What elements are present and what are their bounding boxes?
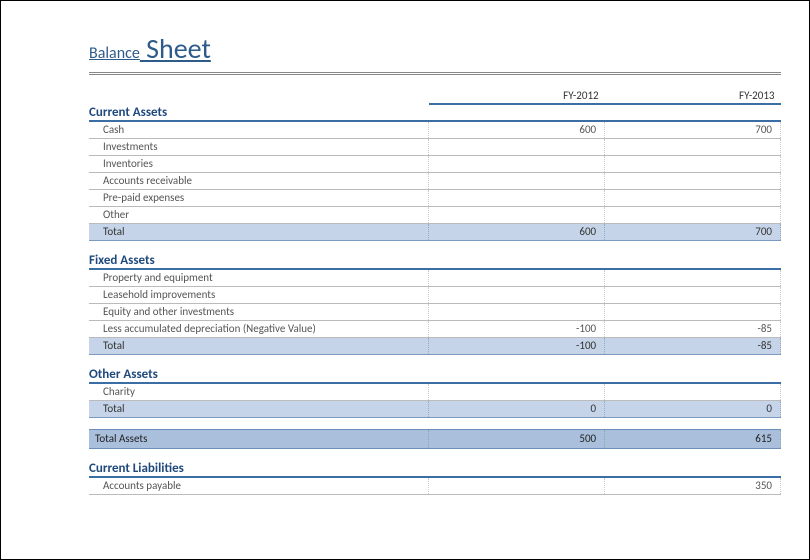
table-row: Investments	[89, 138, 781, 155]
total-assets-row: Total Assets 500 615	[89, 429, 781, 448]
cell-value: -100	[429, 320, 605, 337]
cell-value	[605, 383, 781, 400]
row-label: Charity	[89, 383, 429, 400]
cell-value	[429, 286, 605, 303]
table-row: Charity	[89, 383, 781, 400]
table-row: Accounts payable 350	[89, 477, 781, 494]
table-row: Leasehold improvements	[89, 286, 781, 303]
total-value: 0	[605, 400, 781, 417]
cell-value	[605, 155, 781, 172]
section-total-row: Total 600 700	[89, 223, 781, 240]
total-label: Total	[89, 400, 429, 417]
cell-value: 700	[605, 121, 781, 138]
total-value: 700	[605, 223, 781, 240]
section-heading-current-assets: Current Assets	[89, 104, 781, 121]
page-title: Balance Sheet	[89, 31, 784, 66]
cell-value	[429, 206, 605, 223]
cell-value	[429, 477, 605, 494]
cell-value	[429, 269, 605, 286]
table-row: Accounts receivable	[89, 172, 781, 189]
cell-value: 350	[605, 477, 781, 494]
table-row: Less accumulated depreciation (Negative …	[89, 320, 781, 337]
row-label: Pre-paid expenses	[89, 189, 429, 206]
title-small: Balance	[89, 44, 140, 63]
grand-total-label: Total Assets	[89, 429, 429, 448]
cell-value	[429, 138, 605, 155]
cell-value	[429, 189, 605, 206]
cell-value	[429, 303, 605, 320]
row-label: Inventories	[89, 155, 429, 172]
table-row: Other	[89, 206, 781, 223]
row-label: Accounts receivable	[89, 172, 429, 189]
row-label: Property and equipment	[89, 269, 429, 286]
cell-value	[605, 286, 781, 303]
table-row: Inventories	[89, 155, 781, 172]
row-label: Cash	[89, 121, 429, 138]
cell-value: 600	[429, 121, 605, 138]
title-rule	[89, 72, 781, 75]
section-heading-fixed-assets: Fixed Assets	[89, 252, 781, 269]
table-row: Property and equipment	[89, 269, 781, 286]
row-label: Accounts payable	[89, 477, 429, 494]
cell-value	[605, 206, 781, 223]
total-value: 600	[429, 223, 605, 240]
section-heading-other-assets: Other Assets	[89, 366, 781, 383]
grand-total-value: 615	[605, 429, 781, 448]
table-row: Equity and other investments	[89, 303, 781, 320]
title-large: Sheet	[140, 31, 211, 66]
section-heading-current-liabilities: Current Liabilities	[89, 460, 781, 477]
row-label: Equity and other investments	[89, 303, 429, 320]
total-label: Total	[89, 337, 429, 354]
year-1: FY-2012	[429, 87, 605, 104]
balance-sheet-page: Balance Sheet FY-2012 FY-2013 Current As…	[1, 1, 809, 495]
total-value: 0	[429, 400, 605, 417]
section-total-row: Total -100 -85	[89, 337, 781, 354]
table-row: Cash 600 700	[89, 121, 781, 138]
cell-value	[429, 155, 605, 172]
row-label: Investments	[89, 138, 429, 155]
cell-value	[605, 189, 781, 206]
cell-value	[605, 172, 781, 189]
total-value: -85	[605, 337, 781, 354]
row-label: Other	[89, 206, 429, 223]
cell-value	[605, 303, 781, 320]
cell-value: -85	[605, 320, 781, 337]
balance-sheet-table: FY-2012 FY-2013 Current Assets Cash 600 …	[89, 87, 781, 495]
total-label: Total	[89, 223, 429, 240]
total-value: -100	[429, 337, 605, 354]
cell-value	[605, 138, 781, 155]
cell-value	[429, 172, 605, 189]
section-total-row: Total 0 0	[89, 400, 781, 417]
row-label: Leasehold improvements	[89, 286, 429, 303]
table-row: Pre-paid expenses	[89, 189, 781, 206]
year-header-row: FY-2012 FY-2013	[89, 87, 781, 104]
row-label: Less accumulated depreciation (Negative …	[89, 320, 429, 337]
cell-value	[605, 269, 781, 286]
grand-total-value: 500	[429, 429, 605, 448]
cell-value	[429, 383, 605, 400]
year-2: FY-2013	[605, 87, 781, 104]
